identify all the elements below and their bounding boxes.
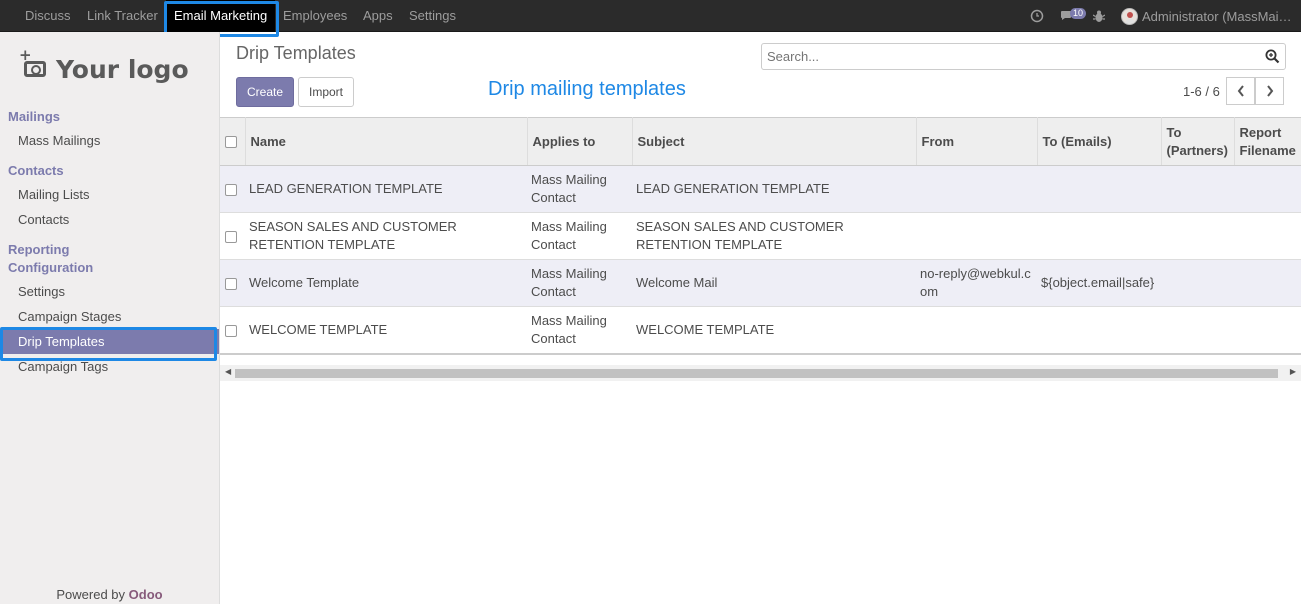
sidebar-item-drip-templates[interactable]: Drip Templates [0, 329, 219, 354]
column-header-report-filename[interactable]: Report Filename [1234, 117, 1301, 166]
chevron-left-icon [1237, 85, 1244, 97]
scroll-left-arrow-icon[interactable]: ◀ [225, 367, 231, 376]
pager-previous-button[interactable] [1226, 77, 1255, 105]
table-bottom-border [220, 353, 1301, 355]
table-row[interactable]: Welcome Template Mass Mailing Contact We… [220, 259, 1301, 307]
sidebar-item-contacts[interactable]: Contacts [0, 207, 219, 232]
cell-applies-to: Mass Mailing Contact [527, 212, 632, 260]
cell-applies-to: Mass Mailing Contact [527, 165, 632, 213]
sidebar: Your logo Mailings Mass Mailings Contact… [0, 32, 220, 604]
table-header-row: Name Applies to Subject From To (Emails)… [220, 117, 1301, 166]
header-select-all [220, 117, 246, 166]
select-all-checkbox[interactable] [225, 136, 237, 149]
sidebar-item-campaign-tags[interactable]: Campaign Tags [0, 354, 219, 379]
chevron-right-icon [1266, 85, 1273, 97]
cell-to-partners [1161, 212, 1234, 260]
sidebar-section-configuration[interactable]: Configuration [8, 259, 93, 277]
cell-subject: LEAD GENERATION TEMPLATE [632, 165, 916, 213]
row-checkbox[interactable] [225, 230, 237, 243]
sidebar-section-reporting[interactable]: Reporting [8, 241, 69, 259]
sidebar-section-mailings[interactable]: Mailings [8, 108, 60, 126]
cell-to-partners [1161, 165, 1234, 213]
table-row[interactable]: SEASON SALES AND CUSTOMER RETENTION TEMP… [220, 212, 1301, 260]
annotation-label: Drip mailing templates [488, 78, 686, 100]
sidebar-item-mailing-lists[interactable]: Mailing Lists [0, 182, 219, 207]
search-box [761, 43, 1286, 70]
nav-app-email-marketing[interactable]: Email Marketing [166, 0, 276, 32]
horizontal-scrollbar[interactable]: ◀ ▶ [220, 365, 1301, 381]
column-header-applies-to[interactable]: Applies to [527, 117, 633, 166]
cell-to-emails [1037, 165, 1161, 213]
cell-from [916, 165, 1037, 213]
message-count-badge: 10 [1070, 7, 1087, 19]
pager-value[interactable]: 1-6 / 6 [1183, 84, 1220, 99]
powered-by-text: Powered by [56, 587, 126, 602]
debug-bug-icon[interactable] [1093, 0, 1105, 32]
nav-app-discuss[interactable]: Discuss [25, 0, 71, 32]
cell-name: WELCOME TEMPLATE [245, 306, 527, 354]
cell-report-filename [1234, 212, 1301, 260]
powered-by: Powered by Odoo [0, 587, 219, 602]
cell-to-emails [1037, 212, 1161, 260]
column-header-from[interactable]: From [916, 117, 1038, 166]
nav-app-link-tracker[interactable]: Link Tracker [87, 0, 158, 32]
cell-to-emails: ${object.email|safe} [1037, 259, 1161, 307]
sidebar-section-contacts[interactable]: Contacts [8, 162, 64, 180]
cell-to-partners [1161, 259, 1234, 307]
cell-from: no-reply@webkul.com [916, 259, 1037, 307]
company-logo[interactable]: Your logo [19, 44, 196, 94]
nav-app-settings[interactable]: Settings [409, 0, 456, 32]
cell-name: Welcome Template [245, 259, 527, 307]
cell-applies-to: Mass Mailing Contact [527, 306, 632, 354]
page-title: Drip Templates [236, 43, 356, 63]
row-checkbox[interactable] [225, 324, 237, 337]
avatar [1121, 7, 1138, 25]
row-checkbox[interactable] [225, 183, 237, 196]
scroll-right-arrow-icon[interactable]: ▶ [1290, 367, 1296, 376]
cell-from [916, 306, 1037, 354]
nav-app-employees[interactable]: Employees [283, 0, 347, 32]
messages-icon[interactable]: 10 [1060, 0, 1087, 32]
activity-clock-icon[interactable] [1030, 0, 1044, 32]
cell-applies-to: Mass Mailing Contact [527, 259, 632, 307]
row-checkbox[interactable] [225, 277, 237, 290]
cell-subject: WELCOME TEMPLATE [632, 306, 916, 354]
cell-name: LEAD GENERATION TEMPLATE [245, 165, 527, 213]
templates-table: Name Applies to Subject From To (Emails)… [220, 117, 1301, 354]
cell-subject: SEASON SALES AND CUSTOMER RETENTION TEMP… [632, 212, 916, 260]
column-header-name[interactable]: Name [245, 117, 528, 166]
search-icon[interactable] [1265, 49, 1280, 64]
table-row[interactable]: LEAD GENERATION TEMPLATE Mass Mailing Co… [220, 165, 1301, 213]
column-header-to-emails[interactable]: To (Emails) [1037, 117, 1162, 166]
cell-to-emails [1037, 306, 1161, 354]
column-header-to-partners[interactable]: To (Partners) [1161, 117, 1235, 166]
table-row[interactable]: WELCOME TEMPLATE Mass Mailing Contact WE… [220, 306, 1301, 354]
sidebar-item-mass-mailings[interactable]: Mass Mailings [0, 128, 219, 153]
user-menu[interactable]: Administrator (MassMai… [1121, 0, 1292, 32]
cell-from [916, 212, 1037, 260]
user-name: Administrator (MassMai… [1142, 8, 1292, 24]
logo-text: Your logo [56, 54, 189, 84]
cell-report-filename [1234, 306, 1301, 354]
column-header-subject[interactable]: Subject [632, 117, 917, 166]
pager-next-button[interactable] [1255, 77, 1284, 105]
import-button[interactable]: Import [298, 77, 354, 107]
create-button[interactable]: Create [236, 77, 294, 107]
cell-subject: Welcome Mail [632, 259, 916, 307]
cell-name: SEASON SALES AND CUSTOMER RETENTION TEMP… [245, 212, 527, 260]
nav-app-apps[interactable]: Apps [363, 0, 393, 32]
top-navbar: Discuss Link Tracker Email Marketing Emp… [0, 0, 1301, 32]
cell-report-filename [1234, 259, 1301, 307]
search-input[interactable] [762, 44, 1242, 69]
sidebar-item-campaign-stages[interactable]: Campaign Stages [0, 304, 219, 329]
cell-report-filename [1234, 165, 1301, 213]
cell-to-partners [1161, 306, 1234, 354]
scrollbar-thumb[interactable] [235, 369, 1278, 378]
odoo-link[interactable]: Odoo [129, 587, 163, 602]
sidebar-item-settings[interactable]: Settings [0, 279, 219, 304]
list-view: Name Applies to Subject From To (Emails)… [220, 117, 1301, 354]
camera-icon [19, 48, 46, 77]
